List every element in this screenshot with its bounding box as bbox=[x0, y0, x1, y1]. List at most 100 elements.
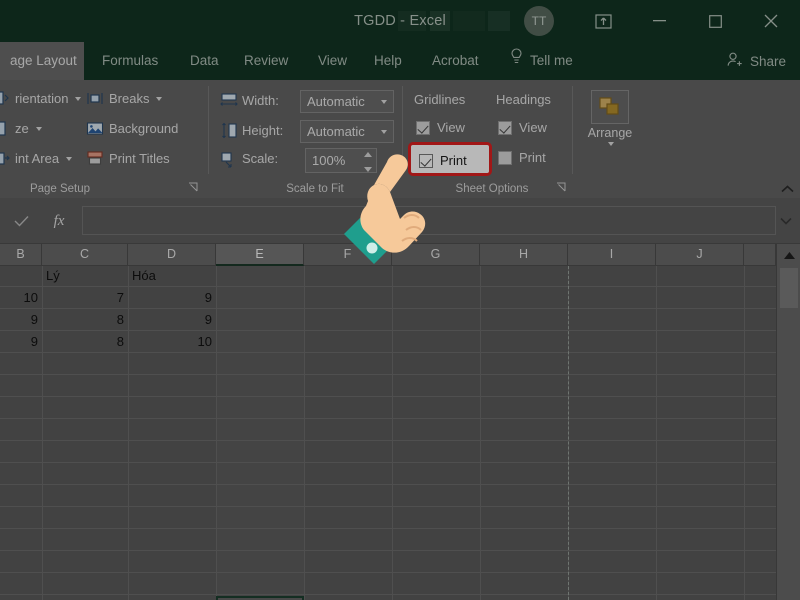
share-label: Share bbox=[749, 53, 786, 69]
orientation-button[interactable]: rientation bbox=[0, 90, 82, 107]
cell-b3[interactable]: 9 bbox=[0, 310, 42, 330]
check-icon[interactable] bbox=[4, 208, 38, 234]
group-divider bbox=[208, 86, 209, 174]
cell-b4[interactable]: 9 bbox=[0, 332, 42, 352]
background-button[interactable]: Background bbox=[86, 120, 178, 137]
sheet-options-dialog-launcher[interactable] bbox=[556, 182, 568, 194]
group-label-page-setup: Page Setup bbox=[29, 183, 91, 195]
cell-c4[interactable]: 8 bbox=[42, 332, 128, 352]
size-label: ze bbox=[15, 121, 29, 136]
title-bar: TGDD - Excel TT bbox=[0, 0, 800, 42]
tab-acrobat[interactable]: Acrobat bbox=[422, 42, 489, 80]
tab-review[interactable]: Review bbox=[234, 42, 298, 80]
minimize-icon[interactable] bbox=[636, 0, 682, 42]
redacted-user-name bbox=[453, 11, 485, 31]
chevron-down-icon bbox=[75, 96, 82, 101]
chevron-down-icon bbox=[156, 96, 163, 101]
chevron-down-icon bbox=[35, 126, 42, 131]
vertical-scrollbar[interactable] bbox=[776, 244, 800, 600]
width-dropdown[interactable]: Automatic bbox=[300, 90, 394, 113]
collapse-ribbon-icon[interactable] bbox=[781, 184, 794, 196]
column-header-d[interactable]: D bbox=[128, 244, 216, 266]
group-divider bbox=[572, 86, 573, 174]
excel-window: TGDD - Excel TT age Layout Formulas Data… bbox=[0, 0, 800, 600]
headings-view-label: View bbox=[519, 120, 547, 135]
cell-b2[interactable]: 10 bbox=[0, 288, 42, 308]
chevron-down-icon bbox=[381, 99, 387, 104]
redacted-user-name bbox=[488, 11, 510, 31]
scroll-up-icon[interactable] bbox=[777, 244, 800, 266]
headings-heading: Headings bbox=[496, 92, 551, 107]
tab-page-layout[interactable]: age Layout bbox=[0, 42, 84, 80]
height-icon bbox=[220, 122, 238, 139]
ribbon-display-options-icon[interactable] bbox=[580, 0, 626, 42]
column-header-h[interactable]: H bbox=[480, 244, 568, 266]
breaks-button[interactable]: Breaks bbox=[86, 90, 163, 107]
cell-c1[interactable]: Lý bbox=[42, 266, 128, 286]
tab-formulas[interactable]: Formulas bbox=[92, 42, 168, 80]
close-icon[interactable] bbox=[748, 0, 794, 42]
checkbox-icon bbox=[498, 120, 512, 135]
chevron-down-icon bbox=[381, 129, 387, 134]
print-area-label: int Area bbox=[15, 151, 60, 166]
selected-cell[interactable] bbox=[216, 596, 304, 600]
cell-d4[interactable]: 10 bbox=[128, 332, 216, 352]
cell-d2[interactable]: 9 bbox=[128, 288, 216, 308]
headings-print-label: Print bbox=[519, 150, 546, 165]
page-break-line bbox=[568, 266, 569, 600]
cell-c2[interactable]: 7 bbox=[42, 288, 128, 308]
print-titles-button[interactable]: Print Titles bbox=[86, 150, 170, 167]
gridlines-view-checkbox[interactable]: View bbox=[416, 120, 465, 135]
checkbox-icon bbox=[498, 150, 512, 165]
scrollbar-thumb[interactable] bbox=[780, 268, 798, 308]
tell-me-label: Tell me bbox=[530, 53, 573, 68]
arrange-button[interactable]: Arrange bbox=[578, 90, 642, 146]
grid-cells[interactable]: Lý Hóa 10 7 9 9 8 9 9 8 10 bbox=[0, 266, 776, 600]
page-setup-dialog-launcher[interactable] bbox=[188, 182, 200, 194]
breaks-label: Breaks bbox=[109, 91, 150, 106]
background-icon bbox=[86, 120, 104, 137]
column-header-i[interactable]: I bbox=[568, 244, 656, 266]
headings-view-checkbox[interactable]: View bbox=[498, 120, 547, 135]
redacted-user-name bbox=[398, 11, 426, 31]
chevron-down-icon bbox=[66, 156, 73, 161]
avatar[interactable]: TT bbox=[524, 6, 554, 36]
checkbox-icon bbox=[416, 120, 430, 135]
person-add-icon bbox=[727, 52, 744, 70]
scale-label: Scale: bbox=[242, 151, 279, 166]
height-dropdown[interactable]: Automatic bbox=[300, 120, 394, 143]
column-header-c[interactable]: C bbox=[42, 244, 128, 266]
height-value: Automatic bbox=[307, 124, 365, 139]
chevron-down-icon[interactable] bbox=[774, 206, 798, 235]
print-area-icon bbox=[0, 150, 10, 167]
column-header-b[interactable]: B bbox=[0, 244, 42, 266]
column-header-partial[interactable] bbox=[744, 244, 776, 266]
width-value: Automatic bbox=[307, 94, 365, 109]
cell-c3[interactable]: 8 bbox=[42, 310, 128, 330]
column-header-j[interactable]: J bbox=[656, 244, 744, 266]
ribbon-tab-bar: age Layout Formulas Data Review View Hel… bbox=[0, 42, 800, 80]
breaks-icon bbox=[86, 90, 104, 107]
tab-data[interactable]: Data bbox=[180, 42, 229, 80]
print-area-button[interactable]: int Area bbox=[0, 150, 73, 167]
fx-icon[interactable]: fx bbox=[42, 208, 76, 234]
cell-d3[interactable]: 9 bbox=[128, 310, 216, 330]
size-button[interactable]: ze bbox=[0, 120, 42, 137]
tab-help[interactable]: Help bbox=[364, 42, 412, 80]
maximize-icon[interactable] bbox=[692, 0, 738, 42]
tell-me-box[interactable]: Tell me bbox=[510, 42, 573, 80]
pointing-hand-cursor bbox=[330, 148, 450, 268]
width-icon bbox=[220, 92, 238, 109]
column-header-e[interactable]: E bbox=[216, 244, 304, 266]
size-icon bbox=[0, 120, 10, 137]
cell-d1[interactable]: Hóa bbox=[128, 266, 216, 286]
headings-print-checkbox[interactable]: Print bbox=[498, 150, 546, 165]
chevron-down-icon bbox=[608, 142, 614, 146]
orientation-icon bbox=[0, 90, 10, 107]
width-label: Width: bbox=[242, 93, 279, 108]
share-button[interactable]: Share bbox=[727, 42, 786, 80]
print-titles-label: Print Titles bbox=[109, 151, 170, 166]
height-label: Height: bbox=[242, 123, 284, 138]
tab-view[interactable]: View bbox=[308, 42, 357, 80]
arrange-label: Arrange bbox=[587, 126, 633, 140]
